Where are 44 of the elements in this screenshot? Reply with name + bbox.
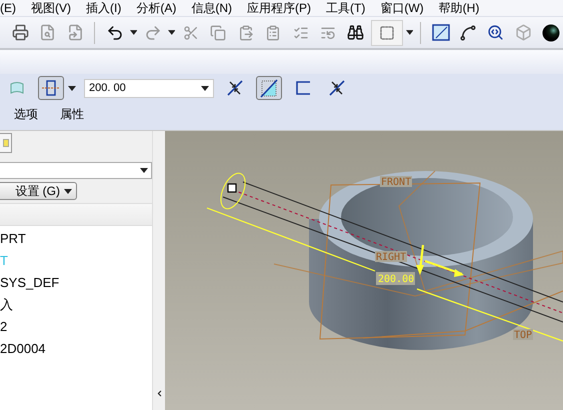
menu-item[interactable]: 插入(I) bbox=[86, 0, 122, 17]
datum-plane-label: TOP bbox=[513, 329, 533, 341]
tree-item[interactable]: PRT bbox=[0, 232, 152, 245]
tree-item[interactable]: 2 bbox=[0, 320, 152, 333]
flip-direction-icon bbox=[226, 79, 244, 97]
menu-item[interactable]: 应用程序(P) bbox=[247, 0, 311, 17]
depth-field[interactable]: 200. 00 bbox=[84, 78, 214, 98]
model-tree-tab[interactable] bbox=[0, 133, 12, 153]
caret-icon bbox=[201, 86, 209, 90]
tree-item[interactable]: SYS_DEF bbox=[0, 276, 152, 289]
menu-item[interactable]: 工具(T) bbox=[326, 0, 366, 17]
dashboard-tab[interactable]: 选项 bbox=[14, 105, 38, 123]
datum-plane-label: FRONT bbox=[380, 176, 412, 188]
dashed-rectangle-icon bbox=[378, 24, 395, 40]
selection-box-button[interactable] bbox=[370, 20, 403, 46]
folder-icon bbox=[3, 139, 9, 147]
depth-icon bbox=[42, 79, 60, 97]
drag-handle[interactable] bbox=[227, 183, 237, 193]
dashboard-tab[interactable]: 属性 bbox=[60, 105, 84, 123]
tree-item[interactable]: 入 bbox=[0, 298, 152, 311]
menu-item[interactable]: 分析(A) bbox=[136, 0, 176, 17]
filter-dropdown[interactable] bbox=[0, 162, 152, 179]
toolbar-toggle-button[interactable] bbox=[38, 76, 64, 100]
surface-icon bbox=[10, 81, 24, 95]
dimension-label-background bbox=[376, 272, 415, 285]
thin-wall-icon bbox=[295, 80, 311, 96]
caret-icon bbox=[64, 188, 72, 194]
tree-item[interactable]: 2D0004 bbox=[0, 342, 152, 355]
flip-direction-icon bbox=[328, 79, 346, 97]
sketch-circle bbox=[220, 172, 246, 210]
menu-item[interactable]: 视图(V) bbox=[31, 0, 71, 17]
menu-item[interactable]: 窗口(W) bbox=[380, 0, 424, 17]
caret-icon bbox=[130, 30, 138, 35]
caret-icon bbox=[140, 168, 148, 173]
toolbar-toggle-button[interactable] bbox=[256, 76, 282, 100]
caret-icon bbox=[168, 30, 176, 35]
menu-item[interactable]: (E) bbox=[0, 0, 16, 17]
datum-plane-label: RIGHT bbox=[375, 251, 407, 263]
caret-icon bbox=[406, 30, 414, 35]
direction-arrow-icon bbox=[416, 244, 464, 277]
settings-button[interactable]: 设置 (G) bbox=[0, 182, 77, 200]
menu-item[interactable]: 信息(N) bbox=[191, 0, 232, 17]
menu-item[interactable]: 帮助(H) bbox=[438, 0, 480, 17]
solid-icon bbox=[259, 78, 279, 98]
